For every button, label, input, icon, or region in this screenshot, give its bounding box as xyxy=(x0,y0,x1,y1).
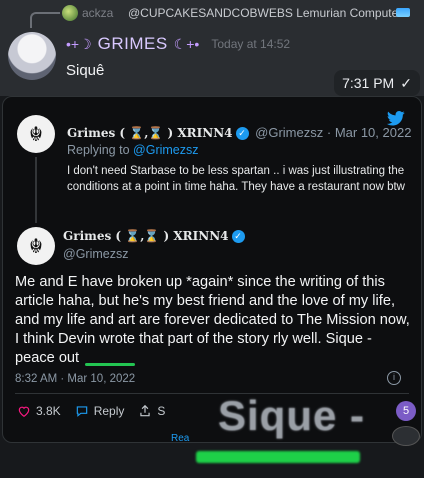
info-icon[interactable]: i xyxy=(387,371,401,385)
like-button[interactable]: 3.8K xyxy=(17,404,61,418)
tweet-actions: 3.8K Reply S xyxy=(17,404,165,418)
bubble-time: 7:31 PM xyxy=(342,75,395,91)
avatar[interactable] xyxy=(8,32,56,80)
verified-icon: ✓ xyxy=(235,127,249,141)
scroll-bottom-button[interactable] xyxy=(392,426,420,446)
main-tweet-text: Me and E have broken up *again* since th… xyxy=(15,274,410,366)
main-author-name[interactable]: Grimes ( ⌛,⌛ ) XRINN4 xyxy=(63,229,229,243)
replying-handle[interactable]: @Grimezsz xyxy=(133,143,198,157)
reply-button[interactable]: Reply xyxy=(75,404,125,418)
share-icon xyxy=(140,404,151,417)
quoted-avatar[interactable]: ☬ xyxy=(17,115,55,153)
main-handle[interactable]: @Grimezsz xyxy=(63,247,128,261)
reply-username[interactable]: ackza xyxy=(82,6,113,20)
quoted-text: I don't need Starbase to be less spartan… xyxy=(67,165,405,193)
read-replies-link[interactable]: Rea xyxy=(171,433,189,444)
tweet-embed[interactable]: ☬ Grimes ( ⌛,⌛ ) XRINN4 ✓ @Grimezsz · Mar… xyxy=(2,96,422,444)
quoted-date[interactable]: · Mar 10, 2022 xyxy=(327,125,412,140)
notification-badge[interactable]: 5 xyxy=(396,401,416,421)
reply-preview-text[interactable]: @CUPCAKESANDCOBWEBS Lemurian Computers xyxy=(128,6,408,20)
reply-avatar[interactable] xyxy=(62,5,78,21)
flag-emoji-icon xyxy=(396,8,410,17)
quoted-handle[interactable]: @Grimezsz xyxy=(255,125,323,140)
main-author-row: Grimes ( ⌛,⌛ ) XRINN4 ✓ xyxy=(63,229,248,244)
zoomed-word: Sique - xyxy=(218,392,366,439)
reply-label: Reply xyxy=(93,404,125,418)
share-button[interactable]: S xyxy=(138,404,165,418)
highlight-underline xyxy=(85,363,135,366)
replying-to: Replying to @Grimezsz xyxy=(67,143,199,157)
message-text: Siquê xyxy=(66,62,105,79)
highlight-bar xyxy=(196,451,360,463)
tweet-datetime[interactable]: 8:32 AM · Mar 10, 2022 xyxy=(15,373,135,385)
like-count: 3.8K xyxy=(36,404,61,418)
message-header: •+☽ GRIMES ☾+• Today at 14:52 xyxy=(66,34,290,54)
reply-connector xyxy=(30,12,60,28)
name-decoration-right: ☾+• xyxy=(173,35,200,52)
share-label: S xyxy=(157,404,166,418)
name-decoration-left: •+☽ xyxy=(66,35,92,52)
author-name[interactable]: GRIMES xyxy=(98,34,168,54)
heart-icon xyxy=(18,406,30,417)
replying-prefix: Replying to xyxy=(67,143,130,157)
main-avatar[interactable]: ☬ xyxy=(17,227,55,265)
time-bubble: 7:31 PM ✓ xyxy=(334,70,420,96)
quoted-header: Grimes ( ⌛,⌛ ) XRINN4 ✓ @Grimezsz · Mar 1… xyxy=(67,125,412,141)
thread-connector xyxy=(35,157,37,223)
quoted-author-name[interactable]: Grimes ( ⌛,⌛ ) XRINN4 xyxy=(67,126,233,140)
verified-icon: ✓ xyxy=(231,230,245,244)
read-check-icon: ✓ xyxy=(400,74,412,91)
message-timestamp: Today at 14:52 xyxy=(211,37,291,51)
reply-icon xyxy=(76,406,87,417)
twitter-bird-icon[interactable] xyxy=(387,111,405,126)
